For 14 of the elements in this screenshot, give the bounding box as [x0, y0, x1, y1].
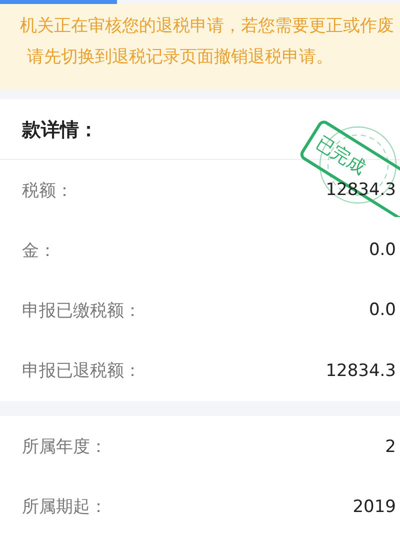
notice-text: 请先切换到退税记录页面撤销退税申请。 [26, 46, 334, 67]
field-label: 申报已缴税额： [22, 300, 141, 322]
stamp-text: 已完成 [312, 131, 370, 180]
field-label: 所属期起： [22, 496, 107, 518]
field-value: 0.0 [368, 300, 396, 320]
field-value: 2 [385, 436, 396, 457]
field-label: 所属年度： [22, 436, 107, 458]
field-value: 0.0 [368, 240, 396, 260]
field-label: 税额： [22, 180, 73, 202]
field-label: 金： [22, 240, 56, 262]
notice-text: 机关正在审核您的退税申请，若您需要更正或作废 [20, 16, 395, 36]
field-value: 2019 [352, 496, 396, 517]
field-label: 申报已退税额： [22, 360, 141, 382]
field-value: 12834.3 [326, 360, 396, 381]
